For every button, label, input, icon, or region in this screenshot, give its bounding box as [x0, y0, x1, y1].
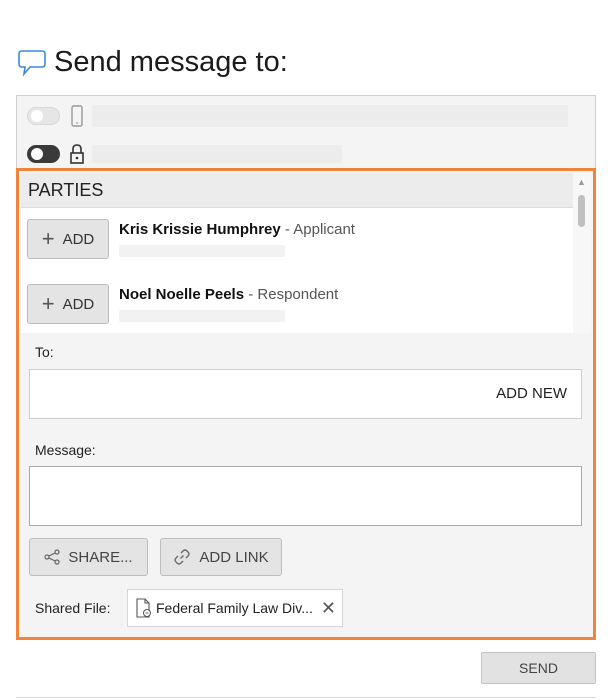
chat-bubble-icon — [18, 49, 46, 77]
message-label: Message: — [35, 442, 96, 458]
to-label: To: — [35, 344, 54, 360]
divider — [16, 697, 596, 698]
party-role: Applicant — [293, 221, 355, 238]
close-icon[interactable]: ✕ — [321, 598, 336, 619]
party-name: Noel Noelle Peels — [119, 286, 245, 303]
shared-file-chip[interactable]: Federal Family Law Div... ✕ — [127, 589, 343, 627]
secure-recipient-placeholder — [92, 145, 342, 163]
scroll-up-icon[interactable]: ▲ — [577, 177, 586, 187]
document-icon — [136, 598, 151, 618]
message-input[interactable] — [29, 466, 582, 526]
page-title: Send message to: — [54, 46, 288, 78]
party-info: Kris Krissie Humphrey - Applicant — [119, 221, 355, 259]
party-detail-placeholder — [119, 245, 285, 257]
mobile-phone-icon — [71, 105, 83, 127]
party-role: Respondent — [257, 286, 339, 303]
sms-toggle-row — [27, 104, 568, 128]
lock-icon — [70, 144, 84, 164]
secure-toggle-row — [27, 142, 342, 166]
scroll-thumb[interactable] — [578, 195, 585, 227]
plus-icon: + — [41, 291, 55, 316]
party-row-respondent: + ADD Noel Noelle Peels - Respondent — [27, 284, 338, 324]
parties-scrollbar[interactable]: ▲ — [573, 173, 591, 333]
add-party-button[interactable]: + ADD — [27, 219, 109, 259]
compose-section: PARTIES + ADD Kris Krissie Humphrey - Ap… — [16, 168, 596, 640]
plus-icon: + — [41, 226, 55, 251]
send-button[interactable]: SEND — [481, 652, 596, 684]
link-icon — [174, 549, 191, 565]
share-icon — [44, 549, 61, 565]
page-header: Send message to: — [16, 46, 288, 79]
secure-toggle[interactable] — [27, 145, 60, 163]
party-info: Noel Noelle Peels - Respondent — [119, 286, 338, 324]
parties-header: PARTIES — [21, 173, 591, 208]
shared-file-name: Federal Family Law Div... — [156, 600, 313, 616]
sms-toggle[interactable] — [27, 107, 60, 125]
party-detail-placeholder — [119, 310, 285, 322]
share-button[interactable]: SHARE... — [29, 538, 148, 576]
sms-recipient-placeholder — [92, 105, 568, 127]
party-name: Kris Krissie Humphrey — [119, 221, 281, 238]
add-party-button[interactable]: + ADD — [27, 284, 109, 324]
shared-file-label: Shared File: — [35, 600, 111, 616]
party-row-applicant: + ADD Kris Krissie Humphrey - Applicant — [27, 219, 355, 259]
add-new-link[interactable]: ADD NEW — [496, 385, 567, 402]
parties-list: PARTIES + ADD Kris Krissie Humphrey - Ap… — [21, 173, 591, 333]
to-input[interactable]: ADD NEW — [29, 369, 582, 419]
add-link-button[interactable]: ADD LINK — [160, 538, 282, 576]
